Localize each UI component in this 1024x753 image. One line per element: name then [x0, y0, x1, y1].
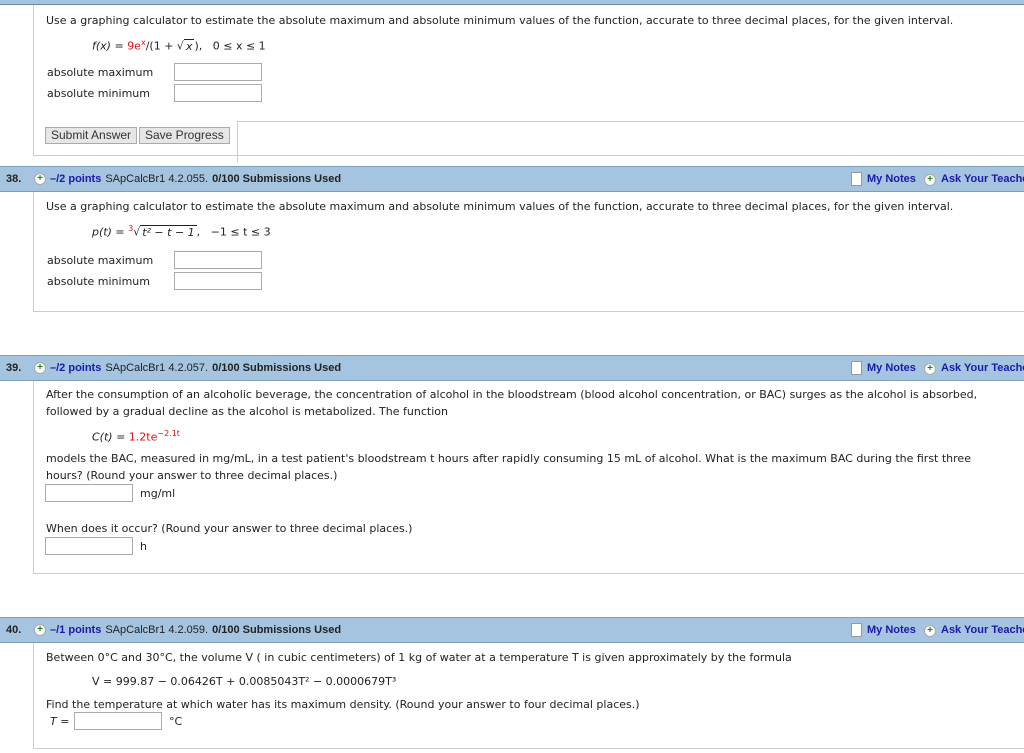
- question-39-body: After the consumption of an alcoholic be…: [33, 381, 1024, 574]
- paragraph: After the consumption of an alcoholic be…: [46, 388, 978, 401]
- plus-icon: +: [924, 625, 936, 637]
- formula: C(t) = 1.2te−2.1t: [92, 429, 180, 444]
- formula-part: ),: [194, 39, 203, 53]
- points[interactable]: –/1 points SApCalcBr1 4.2.059. 0/100 Submi…: [50, 624, 341, 636]
- formula-coef: 9e: [127, 39, 141, 53]
- my-notes-link[interactable]: My Notes: [851, 623, 916, 637]
- plus-icon: +: [924, 363, 936, 375]
- absolute-maximum-input[interactable]: [174, 251, 262, 269]
- unit: h: [140, 540, 147, 553]
- paragraph: models the BAC, measured in mg/mL, in a …: [46, 452, 971, 465]
- paragraph: When does it occur? (Round your answer t…: [46, 522, 413, 535]
- formula: p(t) = 3√ t² − t − 1, −1 ≤ t ≤ 3: [92, 224, 271, 239]
- ask-label[interactable]: Ask Your Teacher: [941, 173, 1024, 185]
- max-label: absolute maximum: [47, 254, 154, 267]
- ask-teacher-link[interactable]: + Ask Your Teacher: [924, 362, 1024, 375]
- submissions: 0/100 Submissions Used: [212, 624, 342, 636]
- expand-icon[interactable]: +: [34, 624, 46, 636]
- paragraph: Between 0°C and 30°C, the volume V ( in …: [46, 651, 792, 664]
- max-bac-input[interactable]: [45, 484, 133, 502]
- question-38-header: 38. + –/2 points SApCalcBr1 4.2.055. 0/100…: [0, 166, 1024, 192]
- my-notes-label[interactable]: My Notes: [867, 624, 916, 636]
- source: SApCalcBr1 4.2.057.: [105, 362, 209, 374]
- unit: °C: [169, 715, 183, 728]
- formula-exp: −2.1t: [157, 429, 180, 438]
- note-icon: [851, 172, 862, 186]
- submissions: 0/100 Submissions Used: [212, 362, 342, 374]
- ask-label[interactable]: Ask Your Teacher: [941, 362, 1024, 374]
- paragraph: followed by a gradual decline as the alc…: [46, 405, 448, 418]
- note-icon: [851, 361, 862, 375]
- question-number: 39.: [6, 362, 22, 374]
- formula: f(x) = 9ex/(1 + √ x), 0 ≤ x ≤ 1: [92, 38, 266, 53]
- expand-icon[interactable]: +: [34, 362, 46, 374]
- submit-answer-button[interactable]: Submit Answer: [45, 127, 138, 144]
- my-notes-label[interactable]: My Notes: [867, 362, 916, 374]
- formula-radicand: x: [183, 38, 195, 53]
- absolute-minimum-input[interactable]: [174, 272, 262, 290]
- points[interactable]: –/2 points SApCalcBr1 4.2.055. 0/100 Submi…: [50, 173, 341, 185]
- my-notes-label[interactable]: My Notes: [867, 173, 916, 185]
- t-label: T =: [50, 715, 70, 728]
- save-progress-button[interactable]: Save Progress: [139, 127, 230, 144]
- points[interactable]: –/2 points SApCalcBr1 4.2.057. 0/100 Submi…: [50, 362, 341, 374]
- expand-icon[interactable]: +: [34, 173, 46, 185]
- note-icon: [851, 623, 862, 637]
- points-label[interactable]: –/1 points: [50, 624, 101, 636]
- ask-label[interactable]: Ask Your Teacher: [941, 624, 1024, 636]
- formula-radicand: t² − t − 1: [140, 224, 197, 239]
- question-39-header: 39. + –/2 points SApCalcBr1 4.2.057. 0/100…: [0, 355, 1024, 381]
- formula-lhs: p(t) =: [92, 225, 129, 239]
- formula-lhs: C(t) =: [92, 430, 129, 444]
- question-37-body: Use a graphing calculator to estimate th…: [33, 5, 1024, 162]
- notes-panel: [237, 121, 1024, 162]
- formula: V = 999.87 − 0.06426T + 0.0085043T² − 0.…: [92, 675, 397, 688]
- formula-lhs: f(x) =: [92, 39, 128, 53]
- max-label: absolute maximum: [47, 66, 154, 79]
- prompt: Use a graphing calculator to estimate th…: [46, 14, 954, 27]
- my-notes-link[interactable]: My Notes: [851, 172, 916, 186]
- root-index: 3: [128, 224, 134, 233]
- source: SApCalcBr1 4.2.055.: [105, 173, 209, 185]
- formula-part: /(1 +: [145, 39, 177, 53]
- ask-teacher-link[interactable]: + Ask Your Teacher: [924, 624, 1024, 637]
- question-40-header: 40. + –/1 points SApCalcBr1 4.2.059. 0/100…: [0, 617, 1024, 643]
- submissions: 0/100 Submissions Used: [212, 173, 342, 185]
- min-label: absolute minimum: [47, 275, 150, 288]
- min-label: absolute minimum: [47, 87, 150, 100]
- points-label[interactable]: –/2 points: [50, 173, 101, 185]
- prompt: Use a graphing calculator to estimate th…: [46, 200, 954, 213]
- absolute-minimum-input[interactable]: [174, 84, 262, 102]
- plus-icon: +: [924, 174, 936, 186]
- question-38-body: Use a graphing calculator to estimate th…: [33, 192, 1024, 312]
- my-notes-link[interactable]: My Notes: [851, 361, 916, 375]
- absolute-maximum-input[interactable]: [174, 63, 262, 81]
- interval: 0 ≤ x ≤ 1: [212, 39, 266, 53]
- time-input[interactable]: [45, 537, 133, 555]
- formula-coef: 1.2te: [128, 430, 158, 444]
- unit: mg/ml: [140, 487, 176, 500]
- question-number: 38.: [6, 173, 22, 185]
- question-number: 40.: [6, 624, 22, 636]
- source: SApCalcBr1 4.2.059.: [105, 624, 209, 636]
- points-label[interactable]: –/2 points: [50, 362, 101, 374]
- paragraph: Find the temperature at which water has …: [46, 698, 640, 711]
- question-40-body: Between 0°C and 30°C, the volume V ( in …: [33, 643, 1024, 749]
- paragraph: hours? (Round your answer to three decim…: [46, 469, 338, 482]
- interval: −1 ≤ t ≤ 3: [210, 225, 271, 239]
- temperature-input[interactable]: [74, 712, 162, 730]
- ask-teacher-link[interactable]: + Ask Your Teacher: [924, 173, 1024, 186]
